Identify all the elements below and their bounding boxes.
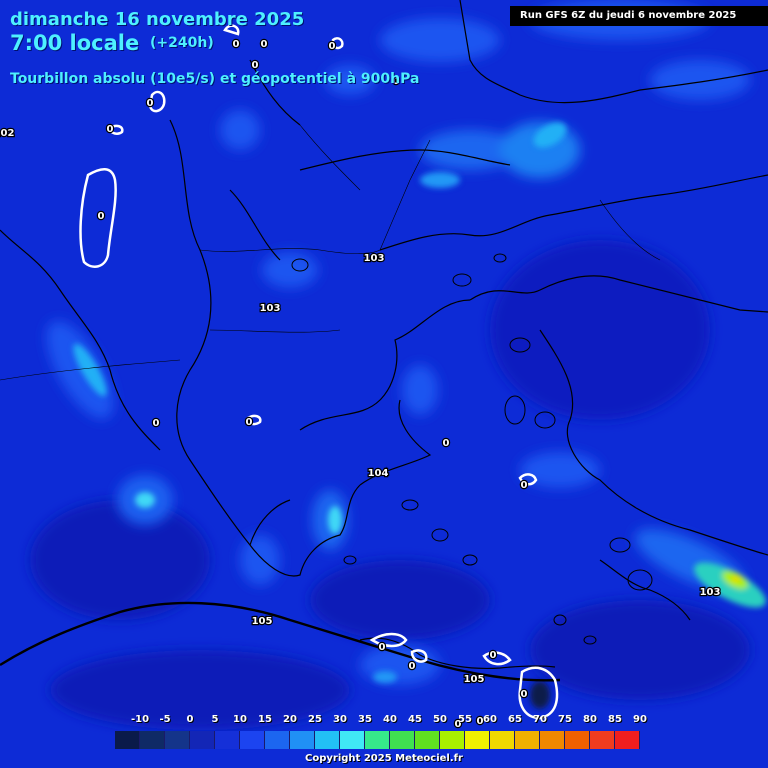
vorticity-zero-label: 0 — [252, 60, 259, 71]
geopotential-label: 103 — [260, 303, 281, 314]
legend-tick-label: 15 — [258, 714, 272, 725]
legend-swatch — [565, 731, 590, 749]
vorticity-zero-label: 0 — [490, 650, 497, 661]
legend-tick-label: 85 — [608, 714, 622, 725]
model-run-info: Run GFS 6Z du jeudi 6 novembre 2025 — [510, 6, 768, 26]
vorticity-zero-label: 0 — [521, 689, 528, 700]
legend-swatch — [315, 731, 340, 749]
legend-tick-label: 65 — [508, 714, 522, 725]
legend-tick-label: -5 — [159, 714, 171, 725]
vorticity-zero-label: 0 — [147, 98, 154, 109]
forecast-time: 7:00 locale — [10, 31, 140, 55]
variable-description: Tourbillon absolu (10e5/s) et géopotenti… — [10, 71, 420, 87]
legend-swatch — [590, 731, 615, 749]
legend-swatch — [165, 731, 190, 749]
vorticity-zero-label: 0 — [107, 124, 114, 135]
legend-tick-label: 45 — [408, 714, 422, 725]
geopotential-label: 103 — [364, 253, 385, 264]
legend-tick-label: 40 — [383, 714, 397, 725]
legend-tick-label: 80 — [583, 714, 597, 725]
legend-swatch — [115, 731, 140, 749]
vorticity-zero-label: 0 — [98, 211, 105, 222]
legend-swatch — [615, 731, 640, 749]
legend-tick-label: 75 — [558, 714, 572, 725]
forecast-date: dimanche 16 novembre 2025 — [10, 9, 305, 30]
legend-swatch — [390, 731, 415, 749]
legend-swatch — [215, 731, 240, 749]
vorticity-zero-label: 0 — [261, 39, 268, 50]
color-legend — [115, 731, 640, 749]
legend-tick-label: 10 — [233, 714, 247, 725]
legend-swatch — [415, 731, 440, 749]
legend-swatch — [140, 731, 165, 749]
legend-tick-label: 70 — [533, 714, 547, 725]
vorticity-zero-label: 0 — [443, 438, 450, 449]
legend-tick-label: 25 — [308, 714, 322, 725]
geopotential-label: 103 — [700, 587, 721, 598]
legend-tick-label: 90 — [633, 714, 647, 725]
geopotential-label: 104 — [368, 468, 389, 479]
legend-swatch — [465, 731, 490, 749]
legend-tick-label: 5 — [211, 714, 219, 725]
legend-tick-label: 0 — [186, 714, 194, 725]
legend-swatch — [540, 731, 565, 749]
legend-swatch — [340, 731, 365, 749]
legend-tick-label: 55 — [458, 714, 472, 725]
vorticity-zero-label: 0 — [521, 480, 528, 491]
legend-swatch — [265, 731, 290, 749]
legend-ticks: -10 -5 0 5 10 15 20 25 30 35 40 45 50 55 60 65 70 75 80 85 9… — [115, 714, 647, 728]
vorticity-zero-label: 0 — [153, 418, 160, 429]
vorticity-zero-label: 0 — [329, 41, 336, 52]
vorticity-zero-label: 0 — [379, 642, 386, 653]
geopotential-label: 105 — [252, 616, 273, 627]
legend-tick-label: 60 — [483, 714, 497, 725]
vorticity-zero-label: 0 — [233, 39, 240, 50]
legend-swatch — [240, 731, 265, 749]
legend-tick-label: 30 — [333, 714, 347, 725]
legend-swatch — [190, 731, 215, 749]
legend-swatch — [440, 731, 465, 749]
legend-swatch — [290, 731, 315, 749]
legend-swatch — [515, 731, 540, 749]
legend-tick-label: -10 — [130, 714, 150, 725]
copyright: Copyright 2025 Meteociel.fr — [305, 753, 463, 764]
forecast-lead-time: (+240h) — [150, 35, 214, 51]
legend-swatch — [365, 731, 390, 749]
geopotential-label: 105 — [464, 674, 485, 685]
vorticity-zero-label: 0 — [246, 417, 253, 428]
vorticity-map: 103 103 104 105 105 103 102 0 0 0 0 0 0 … — [0, 0, 768, 768]
legend-swatch — [490, 731, 515, 749]
vorticity-zero-label: 0 — [409, 661, 416, 672]
geopotential-label: 102 — [0, 128, 14, 139]
legend-tick-label: 50 — [433, 714, 447, 725]
legend-tick-label: 35 — [358, 714, 372, 725]
legend-tick-label: 20 — [283, 714, 297, 725]
